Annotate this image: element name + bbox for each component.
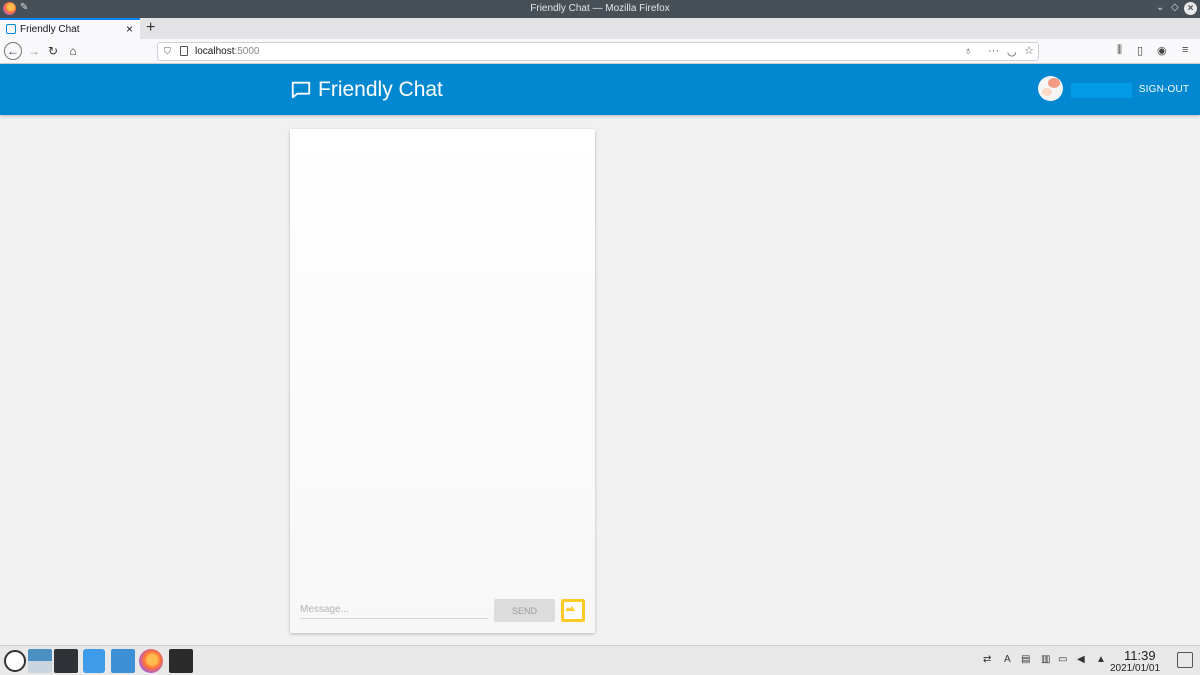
chat-bubble-icon: [291, 81, 311, 99]
url-host: localhost: [195, 46, 235, 57]
minimize-icon[interactable]: ⌄: [1156, 2, 1164, 13]
clock-date[interactable]: 2021/01/01: [1110, 663, 1160, 674]
user-avatar: [1038, 76, 1063, 101]
app-header: Friendly Chat SIGN-OUT: [0, 64, 1200, 115]
tab-close-icon[interactable]: ×: [126, 22, 133, 36]
send-button[interactable]: SEND: [494, 599, 555, 622]
image-icon: [565, 606, 575, 611]
app-brand: Friendly Chat: [290, 77, 443, 103]
window-titlebar: ✎ Friendly Chat — Mozilla Firefox ⌄ ◇ ×: [0, 0, 1200, 18]
sign-out-button[interactable]: SIGN-OUT: [1138, 84, 1190, 95]
messages-card: SEND: [290, 129, 595, 633]
app-title: Friendly Chat: [318, 78, 443, 101]
pocket-icon[interactable]: ◡: [1007, 45, 1017, 58]
taskbar: ⇄ A ▤ ▥ ▭ ◀ ▲ 11:39 2021/01/01: [0, 645, 1200, 675]
forward-arrow-icon[interactable]: →: [25, 42, 43, 60]
new-tab-button[interactable]: +: [146, 18, 155, 38]
tab-friendly-chat[interactable]: Friendly Chat ×: [0, 18, 140, 39]
window-title: Friendly Chat — Mozilla Firefox: [530, 3, 670, 14]
network-icon[interactable]: ⇄: [983, 654, 991, 665]
url-bar[interactable]: ⛉ localhost:5000 ♁ ··· ◡ ☆: [157, 42, 1039, 61]
pager-desktop-icon[interactable]: [28, 649, 52, 673]
maximize-icon[interactable]: ◇: [1171, 2, 1179, 13]
sidebar-icon[interactable]: ▯: [1137, 44, 1143, 57]
page-info-icon[interactable]: [180, 46, 188, 56]
user-name-placeholder: [1071, 83, 1132, 98]
url-port: :5000: [234, 46, 260, 57]
navigation-bar: ← → ↻ ⌂ ⛉ localhost:5000 ♁ ··· ◡ ☆ ⫼ ▯ ◉…: [0, 39, 1200, 64]
volume-icon[interactable]: ◀: [1077, 654, 1085, 665]
tracking-shield-icon[interactable]: ⛉: [164, 46, 171, 57]
app-launcher-icon[interactable]: [4, 650, 26, 672]
home-icon[interactable]: ⌂: [64, 42, 82, 60]
lightbulb-icon[interactable]: ♁: [964, 45, 972, 57]
show-desktop-icon[interactable]: [1177, 652, 1193, 668]
more-actions-icon[interactable]: ···: [988, 45, 999, 57]
library-icon[interactable]: ⫼: [1117, 44, 1122, 57]
discover-store-icon[interactable]: [83, 649, 105, 673]
window-close-icon[interactable]: ×: [1184, 2, 1197, 15]
tab-strip: Friendly Chat × +: [0, 18, 1200, 39]
chat-favicon-icon: [6, 24, 16, 34]
clipboard-icon[interactable]: ▤: [1021, 654, 1030, 665]
url-text[interactable]: localhost:5000: [195, 46, 260, 57]
bookmark-star-icon[interactable]: ☆: [1024, 44, 1034, 57]
clock-time[interactable]: 11:39: [1124, 648, 1156, 663]
tab-label: Friendly Chat: [20, 24, 80, 35]
account-icon[interactable]: ◉: [1157, 44, 1167, 57]
upload-image-button[interactable]: [561, 599, 585, 622]
file-manager-icon[interactable]: [111, 649, 135, 673]
keyboard-layout-indicator[interactable]: A: [1004, 654, 1011, 665]
reload-icon[interactable]: ↻: [44, 42, 62, 60]
back-arrow-icon[interactable]: ←: [4, 42, 22, 60]
removable-devices-icon[interactable]: ▥: [1041, 654, 1050, 665]
message-input[interactable]: [300, 601, 488, 619]
firefox-taskbar-icon[interactable]: [139, 649, 163, 673]
menu-icon[interactable]: ≡: [1182, 44, 1188, 56]
terminal-icon[interactable]: [169, 649, 193, 673]
expand-tray-icon[interactable]: ▲: [1096, 654, 1106, 665]
system-settings-icon[interactable]: [54, 649, 78, 673]
display-icon[interactable]: ▭: [1058, 654, 1067, 665]
